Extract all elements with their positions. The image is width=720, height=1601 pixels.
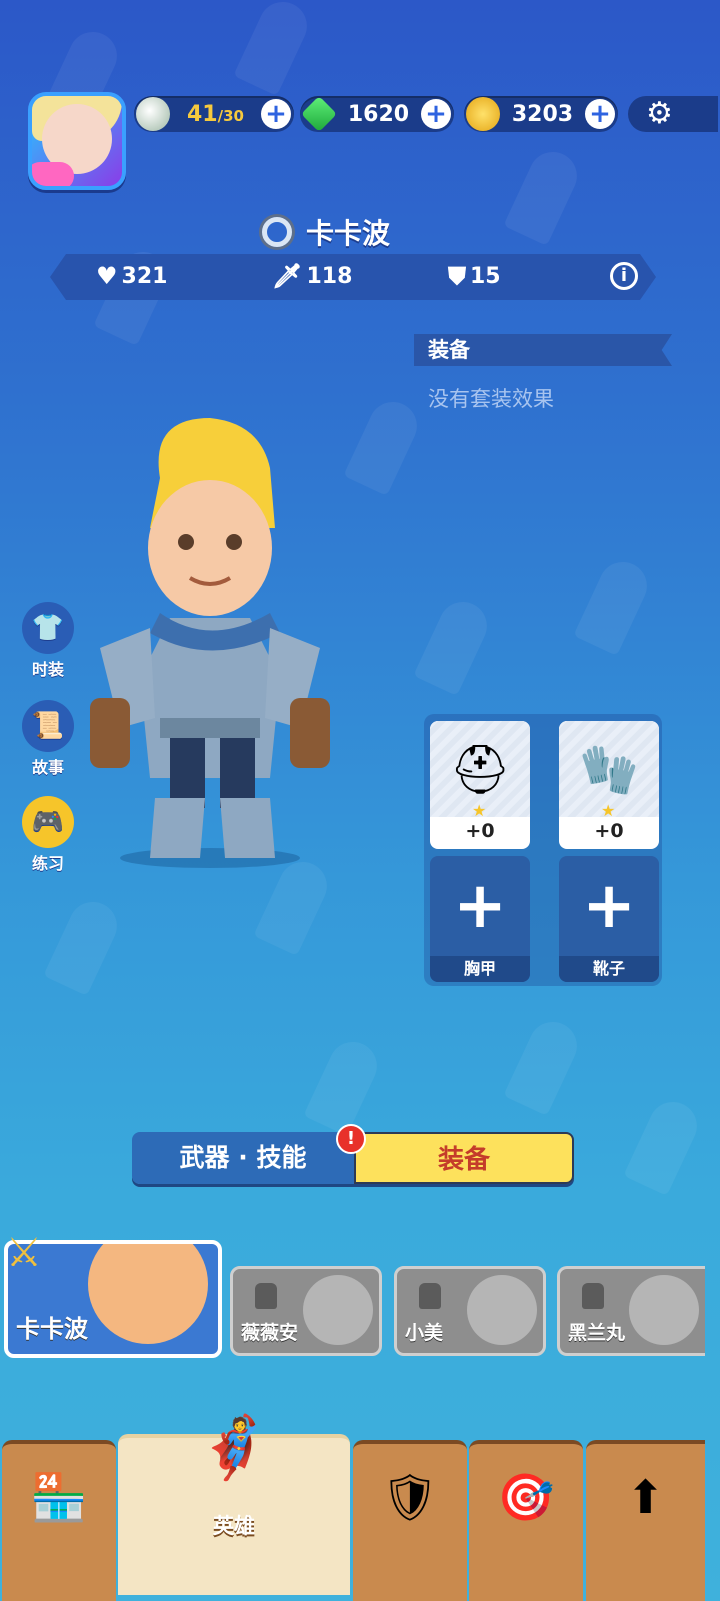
equip-slot-helmet[interactable]: ⛑ ★ +0 [430, 721, 530, 849]
hero-portrait [467, 1275, 537, 1345]
settings-button[interactable]: ⚙ [628, 96, 718, 132]
nav-hero[interactable]: 🦸 英雄 [118, 1413, 350, 1595]
player-avatar[interactable] [28, 92, 126, 190]
energy-add-button[interactable]: + [261, 99, 291, 129]
scroll-icon: 📜 [22, 700, 74, 752]
coin-add-button[interactable]: + [585, 99, 615, 129]
bg-watermark [503, 1014, 585, 1116]
side-button-label: 时装 [31, 660, 64, 679]
shirt-icon: 👕 [22, 602, 74, 654]
health-value: 321 [121, 263, 168, 289]
lock-icon [255, 1283, 277, 1309]
star-icon: ★ [601, 801, 616, 820]
gem-value: 1620 [347, 101, 410, 127]
gear-icon: ⚙ [646, 96, 673, 131]
alert-badge-icon: ! [336, 1124, 366, 1154]
slot-label: 胸甲 [430, 956, 530, 982]
side-button-label: 故事 [31, 758, 64, 777]
energy-counter: 41/30 + [134, 96, 294, 132]
energy-egg-icon [136, 97, 170, 131]
heart-icon: ♥ [96, 262, 118, 290]
energy-value: 41 [187, 101, 218, 127]
bg-watermark [503, 144, 585, 246]
hero-portrait [303, 1275, 373, 1345]
info-icon[interactable]: i [610, 262, 638, 290]
nav-upgrade[interactable]: ⬆ [586, 1440, 705, 1601]
equip-level: +0 [465, 820, 495, 842]
tab-weapon-skill[interactable]: 武器 · 技能 ! [132, 1124, 366, 1184]
hero-portrait [88, 1244, 208, 1344]
star-icon: ★ [472, 801, 487, 820]
lock-icon [419, 1283, 441, 1309]
set-effect-text: 没有套装效果 [428, 387, 554, 411]
side-button-practice[interactable]: 🎮 练习 [22, 796, 74, 874]
bg-watermark [303, 1034, 385, 1136]
defense-stat: ⛊ 15 [448, 262, 501, 290]
gem-add-button[interactable]: + [421, 99, 451, 129]
side-button-label: 练习 [31, 854, 64, 873]
lock-icon [582, 1283, 604, 1309]
bg-watermark [233, 0, 315, 96]
upgrade-arrow-icon: ⬆ [626, 1470, 665, 1524]
bg-watermark [43, 894, 125, 996]
attack-value: 118 [306, 263, 353, 289]
hero-name: 卡卡波 [306, 217, 391, 250]
equipment-header: 装备 [414, 334, 672, 366]
equip-slot-boots[interactable]: + 靴子 [559, 856, 659, 982]
nav-label: 英雄 [213, 1514, 255, 1538]
coin-counter: 3203 + [464, 96, 618, 132]
shop-icon: 🏪 [30, 1470, 88, 1524]
hero-stats-bar: ♥ 321 🗡 118 ⛊ 15 i [50, 254, 656, 300]
coin-value: 3203 [511, 101, 574, 127]
hero-card-locked[interactable]: 小美 [394, 1266, 546, 1356]
energy-max: /30 [217, 106, 244, 125]
bg-watermark [623, 1094, 705, 1196]
equip-slot-gloves[interactable]: 🧤 ★ +0 [559, 721, 659, 849]
side-button-fashion[interactable]: 👕 时装 [22, 602, 74, 680]
hero-icon: 🦸 [196, 1413, 272, 1483]
bg-watermark [253, 854, 335, 956]
nav-target[interactable]: 🎯 [469, 1440, 583, 1601]
hero-name-label: 卡卡波 [262, 212, 390, 252]
sword-icon: 🗡 [272, 262, 303, 290]
target-icon: 🎯 [497, 1470, 555, 1524]
hero-card-name: 卡卡波 [16, 1315, 88, 1343]
side-button-story[interactable]: 📜 故事 [22, 700, 74, 778]
nav-battle[interactable]: 🛡 [353, 1440, 467, 1601]
defense-value: 15 [470, 263, 501, 289]
gold-coin-icon [466, 97, 500, 131]
health-stat: ♥ 321 [96, 262, 167, 290]
equip-level: +0 [594, 820, 624, 842]
gem-counter: 1620 + [300, 95, 454, 133]
hero-card-locked[interactable]: 薇薇安 [230, 1266, 382, 1356]
plus-icon: + [453, 869, 507, 943]
hero-card-name: 小美 [405, 1322, 444, 1344]
shield-icon: ⛊ [448, 262, 466, 290]
bg-watermark [573, 554, 655, 656]
hero-card-name: 黑兰丸 [568, 1322, 626, 1344]
attack-stat: 🗡 118 [272, 262, 352, 290]
gamepad-icon: 🎮 [22, 796, 74, 848]
hero-rank-icon [262, 217, 292, 247]
bg-watermark [413, 594, 495, 696]
tab-label: 武器 · 技能 [179, 1143, 307, 1172]
slot-label: 靴子 [559, 956, 659, 982]
hero-detail-tabs: 武器 · 技能 ! 装备 [132, 1124, 574, 1184]
battle-shield-icon: 🛡 [380, 1470, 440, 1524]
plus-icon: + [582, 869, 636, 943]
hero-3d-model [90, 418, 330, 868]
crossed-swords-icon: ⚔ [6, 1230, 42, 1276]
hero-card-name: 薇薇安 [241, 1322, 299, 1344]
bg-watermark [343, 394, 425, 496]
tab-equipment[interactable]: 装备 [354, 1132, 574, 1184]
equip-slot-chest[interactable]: + 胸甲 [430, 856, 530, 982]
avatar-pet [32, 162, 74, 186]
hero-card-locked[interactable]: 黑兰丸 [557, 1266, 705, 1356]
nav-shop[interactable]: 🏪 [2, 1440, 116, 1601]
green-gem-icon [300, 95, 338, 133]
hero-portrait [629, 1275, 699, 1345]
